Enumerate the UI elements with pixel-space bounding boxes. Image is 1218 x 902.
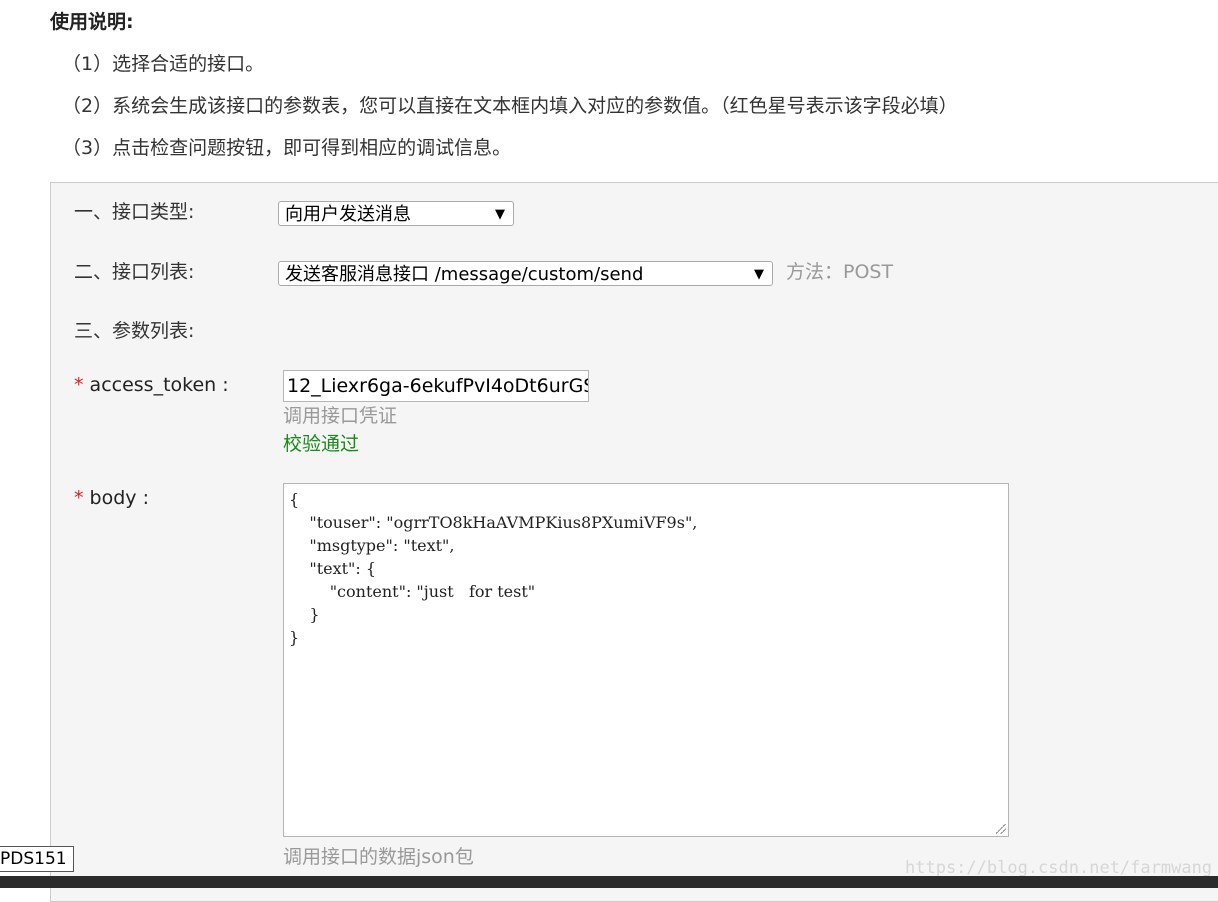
access-token-hint: 调用接口凭证 — [283, 405, 398, 427]
interface-type-select[interactable]: 向用户发送消息 ▼ — [278, 201, 514, 226]
chevron-down-icon: ▼ — [754, 267, 764, 282]
body-label-text: body : — [89, 487, 149, 509]
code-line: } — [289, 605, 320, 624]
instruction-step-2: （2）系统会生成该接口的参数表，您可以直接在文本框内填入对应的参数值。（红色星号… — [62, 95, 958, 117]
code-line: "content": "just for test" — [289, 582, 536, 601]
code-line: { — [289, 490, 300, 509]
required-star-icon: * — [74, 374, 84, 396]
access-token-validation-status: 校验通过 — [283, 433, 360, 455]
taskbar-strip — [0, 876, 1218, 888]
instruction-step-3: （3）点击检查问题按钮，即可得到相应的调试信息。 — [62, 137, 512, 159]
interface-list-selected-value: 发送客服消息接口 /message/custom/send — [285, 264, 644, 285]
code-line: "msgtype": "text", — [289, 536, 455, 555]
instruction-step-1: （1）选择合适的接口。 — [62, 53, 265, 75]
code-line: } — [289, 628, 300, 647]
body-label: * body : — [74, 484, 149, 512]
access-token-label: * access_token : — [74, 371, 229, 399]
chevron-down-icon: ▼ — [495, 207, 505, 222]
required-star-icon: * — [74, 487, 84, 509]
access-token-input[interactable]: 12_Liexr6ga-6ekufPvI4oDt6urGSr — [283, 370, 589, 402]
interface-type-selected-value: 向用户发送消息 — [285, 204, 411, 225]
resize-handle-icon[interactable] — [996, 824, 1006, 834]
code-line: "touser": "ogrrTO8kHaAVMPKius8PXumiVF9s"… — [289, 513, 698, 532]
interface-type-label: 一、接口类型: — [74, 201, 195, 223]
pds-badge: PDS151 — [0, 846, 74, 872]
http-method-label: 方法：POST — [786, 261, 894, 283]
interface-list-select[interactable]: 发送客服消息接口 /message/custom/send ▼ — [278, 261, 773, 286]
instructions-title: 使用说明: — [50, 11, 134, 33]
interface-list-label: 二、接口列表: — [74, 261, 195, 283]
access-token-label-text: access_token : — [89, 374, 229, 396]
body-hint: 调用接口的数据json包 — [283, 846, 474, 868]
param-list-label: 三、参数列表: — [74, 320, 195, 342]
code-line: "text": { — [289, 559, 377, 578]
body-json-textarea[interactable]: { "touser": "ogrrTO8kHaAVMPKius8PXumiVF9… — [283, 483, 1009, 837]
